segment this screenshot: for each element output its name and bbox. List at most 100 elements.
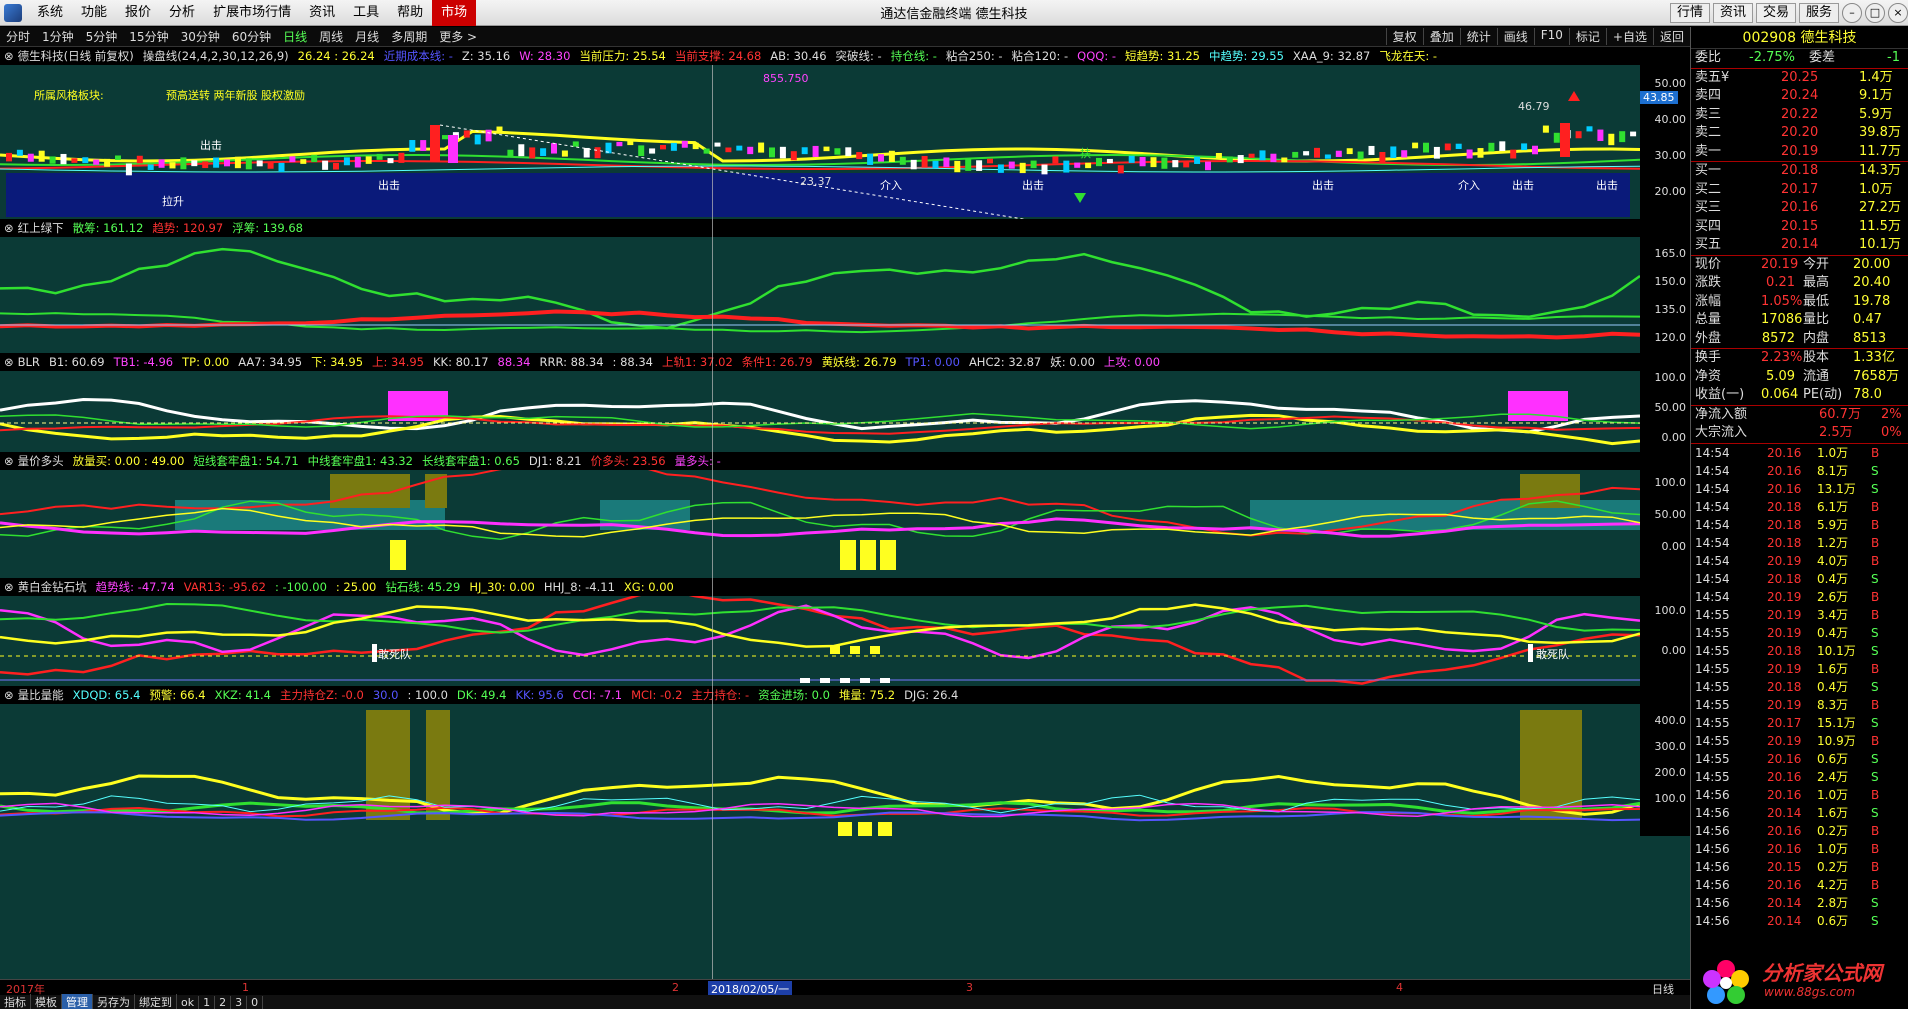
candle <box>976 160 983 171</box>
period-tab[interactable]: 更多 > <box>433 28 483 45</box>
pane-close-icon[interactable]: ⊗ <box>4 580 14 594</box>
indicator-tab[interactable]: 另存为 <box>93 994 135 1009</box>
period-action-button[interactable]: 统计 <box>1459 28 1497 45</box>
menu-item[interactable]: 帮助 <box>388 0 432 26</box>
period-tab[interactable]: 15分钟 <box>123 28 174 45</box>
indicator-value: XAA_9: 32.87 <box>1292 49 1371 63</box>
minimize-icon[interactable]: – <box>1842 3 1862 23</box>
period-tab[interactable]: 60分钟 <box>226 28 277 45</box>
indicator-value: TP: 0.00 <box>182 355 230 369</box>
candle <box>125 163 132 176</box>
pane-price[interactable]: ⊗ 德生科技(日线 前复权) 操盘线(24,4,2,30,12,26,9) 26.24… <box>0 47 1690 219</box>
menu-item[interactable]: 报价 <box>116 0 160 26</box>
quote-stat-row: 涨幅 1.05% 最低 19.78 <box>1695 293 1891 309</box>
chart-area[interactable]: ⊗ 德生科技(日线 前复权) 操盘线(24,4,2,30,12,26,9) 26.24… <box>0 47 1690 979</box>
period-tab[interactable]: 30分钟 <box>175 28 226 45</box>
pane-close-icon[interactable]: ⊗ <box>4 221 14 235</box>
indicator-tab[interactable]: 绑定到 <box>135 994 177 1009</box>
indicator-value: 飞龙在天: - <box>1379 49 1438 63</box>
p6-volume-bar <box>878 822 892 836</box>
indicator-value: 浮筹: 139.68 <box>232 221 303 235</box>
indicator-value: XG: 0.00 <box>623 580 674 594</box>
indicator-tab[interactable]: 1 <box>199 995 216 1009</box>
toolbar-button[interactable]: 行情 <box>1669 3 1710 23</box>
period-action-button[interactable]: 复权 <box>1385 28 1423 45</box>
candle-large <box>448 135 458 163</box>
pane-red-green[interactable]: ⊗ 红上绿下 散筹: 161.12 趋势: 120.97 浮筹: 139.68 165.… <box>0 219 1690 353</box>
blr-plot[interactable] <box>0 371 1640 452</box>
pane-close-icon[interactable]: ⊗ <box>4 688 14 702</box>
candle <box>60 153 67 165</box>
red-green-y-axis: 165.0 150.0 135.0 120.0 <box>1640 237 1690 353</box>
period-action-button[interactable]: 叠加 <box>1422 28 1460 45</box>
menu-item[interactable]: 工具 <box>344 0 388 26</box>
menu-item[interactable]: 资讯 <box>300 0 344 26</box>
p4-volume-bar <box>390 540 406 570</box>
menu-item[interactable]: 分析 <box>160 0 204 26</box>
period-action-button[interactable]: +自选 <box>1605 28 1653 45</box>
indicator-tab[interactable]: 2 <box>215 995 232 1009</box>
candle <box>670 142 677 151</box>
period-tab[interactable]: 月线 <box>349 28 385 45</box>
pane-close-icon[interactable]: ⊗ <box>4 454 14 468</box>
tick-row: 14:56 20.15 0.2万 B <box>1695 859 1880 874</box>
pane-blr[interactable]: ⊗ BLR B1: 60.69 TB1: -4.96 TP: 0.00 AA7: 34.9… <box>0 353 1690 452</box>
period-tab[interactable]: 1分钟 <box>36 28 80 45</box>
close-icon[interactable]: × <box>1888 3 1908 23</box>
menu-item[interactable]: 扩展市场行情 <box>204 0 300 26</box>
period-tab[interactable]: 周线 <box>313 28 349 45</box>
indicator-tab[interactable]: 管理 <box>62 994 93 1009</box>
menu-item[interactable]: 功能 <box>72 0 116 26</box>
candle <box>1041 164 1048 175</box>
candle <box>1379 151 1386 164</box>
candle <box>442 135 448 140</box>
period-action-button[interactable]: 返回 <box>1652 28 1690 45</box>
indicator-value: TP1: 0.00 <box>905 355 960 369</box>
volume-ratio-y-axis: 400.0 300.0 200.0 100.0 <box>1640 704 1690 836</box>
price-plot[interactable]: 所属风格板块: 预高送转 两年新股 股权激励 855.750 23.37 46.79 拉升… <box>0 65 1640 219</box>
label-dare-team: 敢死队 <box>378 647 411 661</box>
period-tab[interactable]: 5分钟 <box>80 28 124 45</box>
toolbar-button[interactable]: 交易 <box>1755 3 1796 23</box>
indicator-tab[interactable]: ok <box>177 995 200 1009</box>
period-action-button[interactable]: F10 <box>1533 28 1569 45</box>
pane-diamond-pit[interactable]: ⊗ 黄白金钻石坑 趋势线: -47.74 VAR13: -95.62: -100.00… <box>0 578 1690 686</box>
candle <box>333 162 339 170</box>
volume-ratio-plot[interactable] <box>0 704 1640 836</box>
pane-volume-price[interactable]: ⊗ 量价多头 放量买: 0.00 : 49.00 短线套牢盘1: 54.71 中线套牢盘… <box>0 452 1690 578</box>
candle <box>518 144 525 157</box>
candle <box>1466 149 1473 159</box>
maximize-icon[interactable]: □ <box>1865 3 1885 23</box>
candle <box>202 161 209 169</box>
toolbar-button[interactable]: 资讯 <box>1712 3 1753 23</box>
y-tick: 300.0 <box>1654 740 1687 753</box>
menu-item[interactable]: 系统 <box>28 0 72 26</box>
toolbar-button[interactable]: 服务 <box>1798 3 1839 23</box>
period-tab[interactable]: 分时 <box>0 28 36 45</box>
indicator-tab[interactable]: 0 <box>247 995 264 1009</box>
indicator-tab[interactable]: 模板 <box>31 994 62 1009</box>
period-action-button[interactable]: 标记 <box>1568 28 1606 45</box>
p5-gold-block <box>830 646 840 654</box>
price-y-axis: 50.00 40.00 30.00 20.00 43.85 <box>1640 65 1690 219</box>
pane-close-icon[interactable]: ⊗ <box>4 355 14 369</box>
period-tab[interactable]: 多周期 <box>385 28 433 45</box>
red-green-plot[interactable] <box>0 237 1640 353</box>
candle <box>856 152 863 160</box>
candle <box>1390 146 1397 159</box>
p5-pit-block <box>820 678 830 683</box>
menu-item[interactable]: 市场 <box>432 0 477 26</box>
candle <box>1085 162 1092 169</box>
pane-close-icon[interactable]: ⊗ <box>4 49 14 63</box>
candle <box>921 155 928 168</box>
indicator-tab[interactable]: 指标 <box>0 994 31 1009</box>
indicator-tab[interactable]: 3 <box>231 995 248 1009</box>
diamond-pit-plot[interactable]: 敢死队 敢死队 <box>0 596 1640 686</box>
period-action-button[interactable]: 画线 <box>1496 28 1534 45</box>
quote-stat-row: 净资 5.09 流通 7658万 <box>1695 368 1900 384</box>
candle <box>420 140 427 151</box>
volume-price-plot[interactable] <box>0 470 1640 578</box>
indicator-value: XDQD: 65.4 <box>72 688 141 702</box>
pane-volume-ratio[interactable]: ⊗ 量比量能 XDQD: 65.4 预警: 66.4 XKZ: 41.4 主力持仓Z: -… <box>0 686 1690 979</box>
period-tab[interactable]: 日线 <box>277 28 313 45</box>
